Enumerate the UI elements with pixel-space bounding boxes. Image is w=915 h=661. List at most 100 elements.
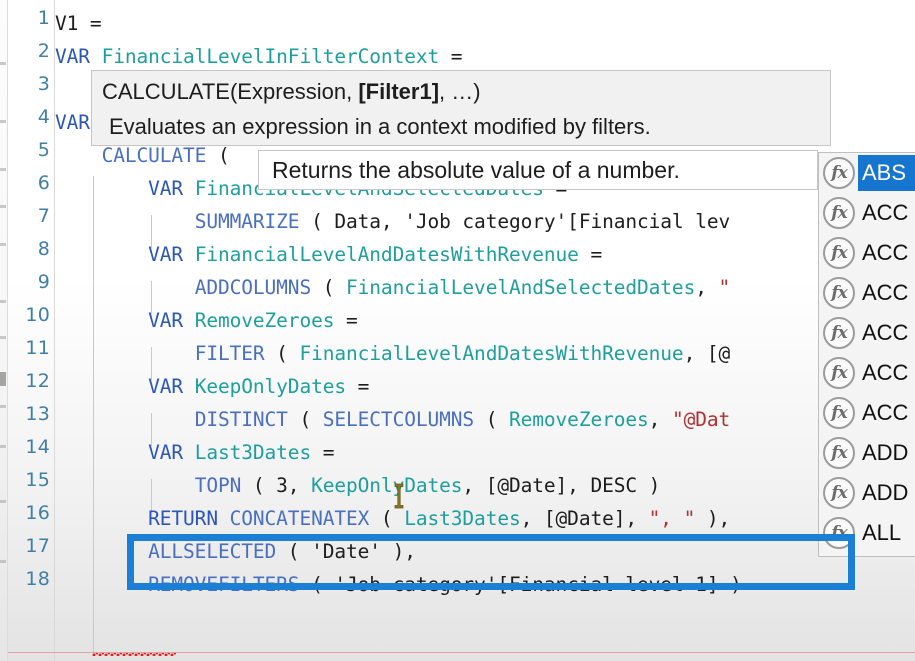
autocomplete-item-label: ACC bbox=[862, 200, 909, 225]
code-token: Last3Dates bbox=[194, 441, 312, 464]
code-line[interactable]: REMOVEFILTERS ( 'Job category'[Financial… bbox=[55, 568, 742, 601]
line-number: 17 bbox=[25, 535, 50, 557]
autocomplete-item[interactable]: fx ACC bbox=[819, 313, 915, 353]
autocomplete-item[interactable]: fx ACC bbox=[819, 393, 915, 433]
code-token: , bbox=[695, 276, 719, 299]
line-number: 15 bbox=[25, 469, 50, 491]
function-fx-icon: fx bbox=[823, 397, 855, 429]
code-line[interactable]: ADDCOLUMNS ( FinancialLevelAndSelectedDa… bbox=[55, 271, 731, 304]
code-line[interactable]: DISTINCT ( SELECTCOLUMNS ( RemoveZeroes,… bbox=[55, 403, 731, 436]
line-number: 14 bbox=[25, 436, 50, 458]
editor-left-scroll-sliver[interactable] bbox=[0, 0, 8, 661]
autocomplete-item-label: ACC bbox=[862, 400, 909, 425]
code-token: = bbox=[439, 45, 463, 68]
line-number: 12 bbox=[25, 370, 50, 392]
function-fx-icon: fx bbox=[823, 437, 855, 469]
sliver-tick bbox=[0, 62, 6, 65]
code-token: FinancialLevelAndDatesWithRevenue bbox=[194, 243, 579, 266]
autocomplete-item-label: ACC bbox=[862, 320, 909, 345]
dax-formula-editor[interactable]: 1 2 3 4 5 6 7 8 9 10 11 12 13 14 15 16 17 18 V1 = VAR Fina… bbox=[0, 0, 915, 661]
line-number: 4 bbox=[37, 106, 50, 128]
autocomplete-item[interactable]: fx ALL bbox=[819, 513, 915, 553]
autocomplete-item[interactable]: fx ACC bbox=[819, 273, 915, 313]
code-token: ", " bbox=[648, 507, 696, 530]
code-line[interactable]: VAR Last3Dates = bbox=[55, 436, 358, 469]
code-token: = bbox=[311, 441, 358, 464]
line-number-gutter: 1 2 3 4 5 6 7 8 9 10 11 12 13 14 15 16 17 18 bbox=[8, 0, 54, 661]
code-line[interactable]: VAR bbox=[55, 106, 90, 139]
intellisense-signature-tooltip: CALCULATE(Expression, [Filter1], …) Eval… bbox=[91, 70, 831, 146]
function-fx-icon: fx bbox=[823, 237, 855, 269]
autocomplete-item[interactable]: fx ACC bbox=[819, 353, 915, 393]
code-token: ( bbox=[287, 408, 323, 431]
autocomplete-item-label: ACC bbox=[862, 360, 909, 385]
line-number: 10 bbox=[25, 304, 50, 326]
intellisense-description-tooltip: Returns the absolute value of a number. bbox=[258, 150, 818, 190]
code-token: ( Data, 'Job category'[Financial lev bbox=[299, 210, 731, 233]
code-token: FinancialLevelInFilterContext bbox=[101, 45, 440, 68]
code-token: ( 'Job category'[Financial level 1] ) bbox=[299, 573, 742, 596]
autocomplete-item-label: ADD bbox=[862, 480, 909, 505]
autocomplete-item[interactable]: fx ADD bbox=[819, 473, 915, 513]
code-token: ), bbox=[695, 507, 731, 530]
code-token: FinancialLevelAndDatesWithRevenue bbox=[299, 342, 684, 365]
code-token: VAR bbox=[148, 441, 195, 464]
autocomplete-item[interactable]: fx ACC bbox=[819, 233, 915, 273]
autocomplete-item[interactable]: fx ABS bbox=[819, 153, 915, 193]
code-token: VAR bbox=[148, 375, 195, 398]
autocomplete-dropdown[interactable]: fx ABS fx ACC fx ACC fx ACC fx ACC fx ACC fx ACC fx ADD… bbox=[818, 152, 915, 557]
code-token: Last3Dates bbox=[404, 507, 521, 530]
code-token: VAR bbox=[55, 45, 102, 68]
function-fx-icon: fx bbox=[823, 157, 855, 189]
code-line[interactable]: VAR RemoveZeroes = bbox=[55, 304, 358, 337]
signature-active-parameter: [Filter1] bbox=[358, 79, 440, 104]
code-line[interactable]: ALLSELECTED ( 'Date' ), bbox=[55, 535, 416, 568]
code-line[interactable]: VAR FinancialLevelAndDatesWithRevenue = bbox=[55, 238, 602, 271]
code-token: REMOVEFILTERS bbox=[148, 573, 300, 596]
code-token: RETURN bbox=[148, 507, 230, 530]
code-token: ( bbox=[264, 342, 300, 365]
code-token: FILTER bbox=[194, 342, 265, 365]
code-token: ( bbox=[311, 276, 347, 299]
editor-bottom-rule bbox=[8, 652, 915, 653]
function-fx-icon: fx bbox=[823, 277, 855, 309]
code-line[interactable]: FILTER ( FinancialLevelAndDatesWithReven… bbox=[55, 337, 731, 370]
text-cursor-icon bbox=[394, 483, 404, 509]
code-token: ( bbox=[369, 507, 405, 530]
code-line[interactable]: VAR KeepOnlyDates = bbox=[55, 370, 369, 403]
code-line[interactable]: V1 = bbox=[55, 7, 102, 40]
code-token: "@Dat bbox=[671, 408, 731, 431]
line-number: 16 bbox=[25, 502, 50, 524]
autocomplete-item[interactable]: fx ADD bbox=[819, 433, 915, 473]
signature-line: CALCULATE(Expression, [Filter1], …) bbox=[102, 74, 820, 110]
code-token: VAR bbox=[148, 309, 195, 332]
function-fx-icon: fx bbox=[823, 317, 855, 349]
sliver-tick bbox=[0, 560, 6, 563]
function-fx-icon: fx bbox=[823, 357, 855, 389]
signature-prefix: CALCULATE(Expression, bbox=[102, 79, 359, 104]
function-fx-icon: fx bbox=[823, 517, 855, 549]
code-token: V1 bbox=[55, 12, 79, 35]
code-line[interactable]: SUMMARIZE ( Data, 'Job category'[Financi… bbox=[55, 205, 731, 238]
code-line[interactable]: VAR FinancialLevelInFilterContext = bbox=[55, 40, 463, 73]
code-token: SUMMARIZE bbox=[194, 210, 300, 233]
line-number: 1 bbox=[37, 7, 50, 29]
sliver-tick bbox=[0, 300, 6, 303]
code-line[interactable]: TOPN ( 3, KeepOnlyDates, [@Date], DESC ) bbox=[55, 469, 661, 502]
code-token: CALCULATE bbox=[101, 144, 207, 167]
autocomplete-item[interactable]: fx ACC bbox=[819, 193, 915, 233]
code-token: " bbox=[718, 276, 731, 299]
line-number: 3 bbox=[37, 73, 50, 95]
